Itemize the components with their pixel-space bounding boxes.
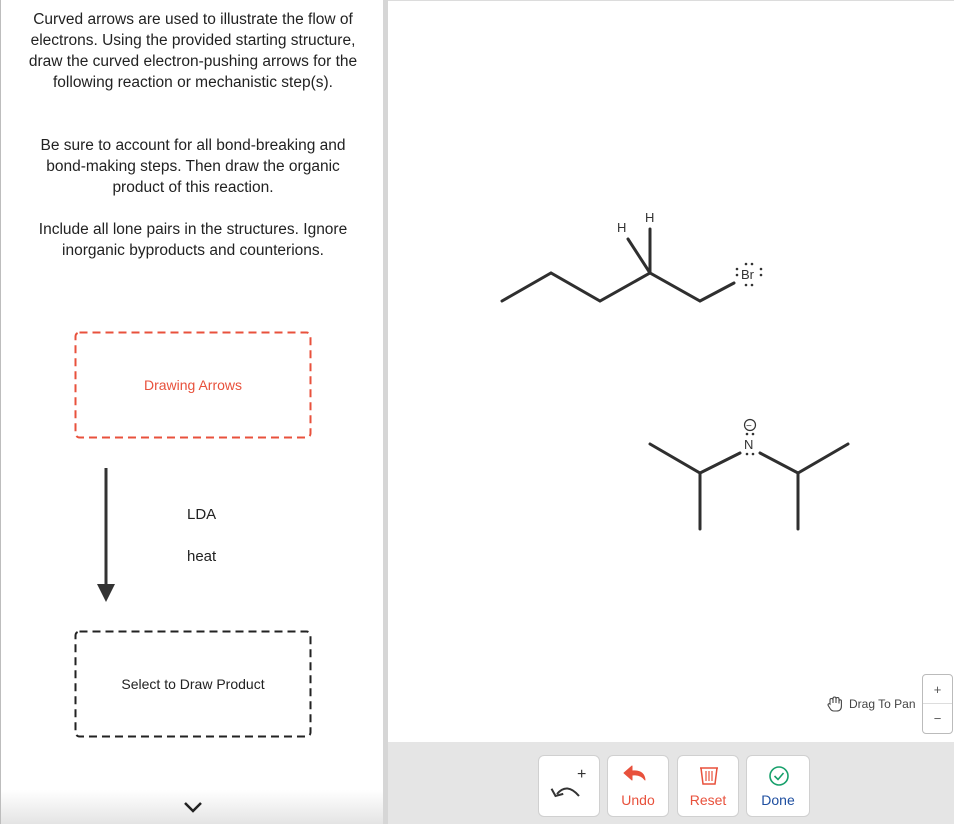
pan-label: Drag To Pan: [849, 697, 916, 711]
instruction-paragraph-2: Be sure to account for all bond-breaking…: [40, 137, 346, 196]
undo-button[interactable]: Undo: [607, 755, 669, 817]
reagent-heat: heat: [187, 548, 217, 565]
reagent-lda: LDA: [187, 506, 217, 523]
n-atom-label: N: [744, 437, 753, 452]
lda-molecule[interactable]: [648, 442, 850, 531]
bottom-toolbar: + Undo Reset Done: [388, 742, 954, 824]
drawing-arrows-label: Drawing Arrows: [143, 377, 243, 393]
curved-arrow-tool-button[interactable]: +: [538, 755, 600, 817]
negative-charge-label: −: [746, 421, 752, 432]
reaction-arrow: [97, 468, 115, 602]
br-atom-label: Br: [741, 267, 755, 282]
alkyl-bromide-molecule[interactable]: [500, 227, 736, 303]
h-atom-label-1: H: [617, 220, 626, 235]
curved-arrow-icon: [550, 787, 580, 798]
drawing-canvas[interactable]: H H Br N − Drag To Pan: [388, 0, 954, 824]
zoom-in-button[interactable]: +: [923, 675, 952, 704]
check-circle-icon: [769, 766, 789, 786]
zoom-out-button[interactable]: −: [923, 704, 952, 733]
arrow-tool-plus: +: [577, 766, 587, 783]
undo-icon: [623, 765, 646, 781]
done-button[interactable]: Done: [746, 755, 810, 817]
question-panel: Curved arrows are used to illustrate the…: [0, 0, 385, 824]
draw-product-label: Select to Draw Product: [121, 676, 265, 692]
drawing-arrows-box[interactable]: Drawing Arrows: [74, 331, 312, 439]
hand-icon: [827, 696, 842, 712]
h-atom-label-2: H: [645, 210, 654, 225]
reset-button[interactable]: Reset: [677, 755, 739, 817]
draw-product-box[interactable]: Select to Draw Product: [74, 630, 312, 738]
reset-label: Reset: [689, 792, 727, 808]
instruction-paragraph-3: Include all lone pairs in the structures…: [38, 221, 348, 259]
instruction-paragraph-1: Curved arrows are used to illustrate the…: [28, 11, 358, 91]
done-label: Done: [761, 792, 795, 808]
zoom-control: + −: [922, 674, 953, 734]
drag-to-pan-hint: Drag To Pan: [826, 695, 916, 713]
undo-label: Undo: [621, 792, 655, 808]
chevron-down-icon[interactable]: [182, 800, 204, 816]
trash-icon: [700, 767, 718, 785]
